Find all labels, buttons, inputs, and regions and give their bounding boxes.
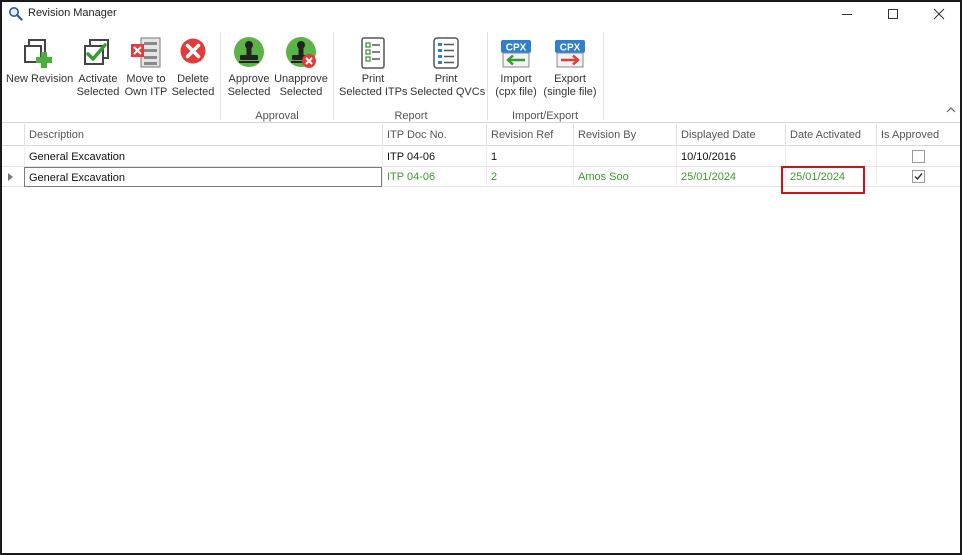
group-label-import-export: Import/Export [511,110,579,122]
new-revision-button[interactable]: New Revision [6,36,74,106]
title-bar: Revision Manager [2,2,960,26]
move-to-own-itp-icon [131,37,161,68]
print-itp-icon [361,37,385,69]
cell-displayed-date[interactable]: 10/10/2016 [676,147,785,167]
maximize-button[interactable] [870,2,916,26]
cell-itp-doc-no[interactable]: ITP 04-06 [382,147,486,167]
import-label-1: Import [500,73,532,85]
cell-date-activated[interactable] [785,147,876,167]
group-separator [487,32,488,120]
activate-label-2: Selected [76,86,120,98]
cell-displayed-date[interactable]: 25/01/2024 [676,167,785,187]
unapprove-label-1: Unapprove [274,73,328,85]
print-itps-label-1: Print [361,73,385,85]
export-label-1: Export [554,73,586,85]
header-displayed-date[interactable]: Displayed Date [676,124,785,146]
print-selected-qvcs-button[interactable]: Print Selected QVCs [410,36,486,106]
cell-itp-doc-no[interactable]: ITP 04-06 [382,167,486,187]
header-revision-by[interactable]: Revision By [573,124,676,146]
cell-is-approved[interactable] [876,167,960,187]
delete-selected-button[interactable]: Delete Selected [170,36,216,106]
group-separator [333,32,334,120]
cell-revision-ref[interactable]: 2 [486,167,573,187]
unapprove-label-2: Selected [279,86,323,98]
cpx-badge-text: CPX [560,43,581,54]
table-row[interactable]: General Excavation ITP 04-06 1 10/10/201… [2,147,960,167]
date-activated-highlight [781,166,865,194]
new-revision-label-1: New Revision [6,73,74,85]
cell-description[interactable]: General Excavation [24,147,382,167]
print-itps-label-2: Selected ITPs [339,86,408,98]
group-separator [603,32,604,120]
activate-label-1: Activate [78,73,118,85]
approve-label-1: Approve [228,73,270,85]
cpx-export-icon: CPX [555,40,585,68]
activate-selected-button[interactable]: Activate Selected [74,36,122,106]
group-label-approval: Approval [255,110,299,122]
move-to-own-itp-button[interactable]: Move to Own ITP [122,36,170,106]
approved-checkbox[interactable] [912,170,925,183]
close-button[interactable] [916,2,960,26]
print-qvcs-label-2: Selected QVCs [410,86,486,98]
activate-icon [84,39,109,65]
minimize-button[interactable] [824,2,870,26]
cell-is-approved[interactable] [876,147,960,167]
header-description[interactable]: Description [24,124,382,146]
header-indicator-cell [2,124,24,146]
approve-stamp-icon [234,37,264,67]
group-label-report: Report [394,110,428,122]
window-title: Revision Manager [28,7,117,19]
approve-label-2: Selected [227,86,271,98]
header-revision-ref[interactable]: Revision Ref [486,124,573,146]
magnifier-icon [9,7,23,21]
grid-header: Description ITP Doc No. Revision Ref Rev… [2,124,960,146]
unapprove-selected-button[interactable]: Unapprove Selected [273,36,329,106]
import-cpx-button[interactable]: CPX Import (cpx file) [492,36,540,106]
cell-revision-by[interactable]: Amos Soo [573,167,676,187]
new-revision-icon [24,39,52,68]
collapse-ribbon-icon[interactable] [946,106,956,114]
delete-icon [180,38,206,64]
minimize-icon [842,14,852,15]
header-date-activated[interactable]: Date Activated [785,124,876,146]
print-selected-itps-button[interactable]: Print Selected ITPs [339,36,407,106]
group-separator [220,32,221,120]
print-qvcs-label-1: Print [434,73,458,85]
cpx-badge-text: CPX [506,43,527,54]
row-indicator-icon [8,173,13,181]
delete-label-2: Selected [171,86,215,98]
export-single-button[interactable]: CPX Export (single file) [541,36,599,106]
print-qvc-icon [433,37,459,69]
cell-revision-ref[interactable]: 1 [486,147,573,167]
move-label-1: Move to [126,73,166,85]
approve-selected-button[interactable]: Approve Selected [224,36,274,106]
close-icon [933,8,945,20]
cell-description[interactable]: General Excavation [24,167,382,187]
export-label-2: (single file) [543,86,597,98]
ribbon-toolbar: New Revision Activate Selected Move to O… [2,26,960,123]
cell-revision-by[interactable] [573,147,676,167]
header-itp-doc-no[interactable]: ITP Doc No. [382,124,486,146]
cpx-import-icon: CPX [501,40,531,68]
move-label-2: Own ITP [124,86,168,98]
checkmark-icon [914,173,923,181]
unapprove-stamp-icon [286,37,316,68]
revisions-grid: Description ITP Doc No. Revision Ref Rev… [2,124,960,553]
import-label-2: (cpx file) [495,86,537,98]
maximize-icon [888,9,898,19]
header-is-approved[interactable]: Is Approved [876,124,960,146]
revision-manager-window: Revision Manager New Revision Activate S… [0,0,962,555]
delete-label-1: Delete [177,73,209,85]
approved-checkbox[interactable] [912,150,925,163]
